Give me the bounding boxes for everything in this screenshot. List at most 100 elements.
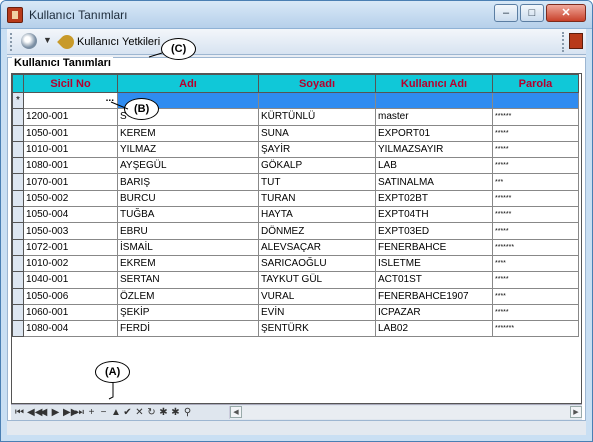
table-cell[interactable]: VURAL — [258, 287, 376, 305]
table-cell[interactable]: ******* — [492, 238, 579, 256]
row-indicator[interactable] — [12, 320, 24, 338]
row-indicator[interactable] — [12, 124, 24, 142]
scroll-right-icon[interactable]: ▶ — [570, 406, 582, 418]
table-cell[interactable]: 1050-001 — [23, 124, 118, 142]
table-cell[interactable]: 1070-001 — [23, 173, 118, 191]
table-cell[interactable]: SARICAOĞLU — [258, 254, 376, 273]
table-row[interactable]: 1050-002 BURCU TURAN EXPT02BT ****** — [12, 189, 579, 208]
table-cell[interactable]: ***** — [492, 271, 579, 289]
table-cell[interactable]: 1050-002 — [23, 189, 118, 208]
navigator-button[interactable]: ▶▶ — [63, 407, 78, 418]
new-record-row[interactable]: * ... — [12, 91, 579, 110]
row-indicator[interactable] — [12, 189, 24, 208]
table-cell[interactable]: EVİN — [258, 303, 376, 322]
table-cell[interactable]: 1080-001 — [23, 157, 118, 175]
table-cell[interactable]: 1060-001 — [23, 303, 118, 322]
table-row[interactable]: 1050-004 TUĞBA HAYTA EXPT04TH ****** — [12, 206, 579, 224]
table-row[interactable]: 1070-001 BARIŞ TUT SATINALMA *** — [12, 173, 579, 191]
table-cell[interactable]: ŞENTÜRK — [258, 320, 376, 338]
table-cell[interactable]: 1200-001 — [23, 108, 118, 126]
table-row[interactable]: 1040-001 SERTAN TAYKUT GÜL ACT01ST ***** — [12, 271, 579, 289]
navigator-button[interactable]: ▶ — [51, 407, 60, 418]
table-cell[interactable]: FERDİ — [117, 320, 259, 338]
table-cell[interactable]: ACT01ST — [375, 271, 493, 289]
table-cell[interactable]: ***** — [492, 303, 579, 322]
table-cell[interactable]: master — [375, 108, 493, 126]
horizontal-scrollbar[interactable]: ◀ ▶ — [229, 406, 582, 419]
navigator-button[interactable]: ⚲ — [183, 407, 192, 418]
table-cell[interactable]: ****** — [492, 108, 579, 126]
scroll-left-icon[interactable]: ◀ — [230, 406, 242, 418]
row-indicator[interactable] — [12, 238, 24, 256]
table-cell[interactable]: ***** — [492, 222, 579, 240]
table-row[interactable]: 1050-006 ÖZLEM VURAL FENERBAHCE1907 **** — [12, 287, 579, 305]
table-cell[interactable]: TUT — [258, 173, 376, 191]
table-cell[interactable]: 1050-003 — [23, 222, 118, 240]
table-cell[interactable]: 1050-006 — [23, 287, 118, 305]
table-cell[interactable]: **** — [492, 287, 579, 305]
table-cell[interactable]: YILMAZSAYIR — [375, 140, 493, 159]
users-grid[interactable]: Sicil No Adı Soyadı Kullanıcı Adı Parola… — [11, 73, 582, 404]
row-indicator[interactable] — [12, 287, 24, 305]
table-row[interactable]: 1010-002 EKREM SARICAOĞLU ISLETME **** — [12, 254, 579, 273]
table-cell[interactable]: 1080-004 — [23, 320, 118, 338]
table-cell[interactable]: KÜRTÜNLÜ — [258, 108, 376, 126]
table-cell[interactable]: EXPT02BT — [375, 189, 493, 208]
table-cell[interactable]: TUĞBA — [117, 206, 259, 224]
table-cell[interactable]: TURAN — [258, 189, 376, 208]
table-cell[interactable]: **** — [492, 254, 579, 273]
column-header[interactable]: Sicil No — [23, 74, 118, 93]
table-cell[interactable]: ICPAZAR — [375, 303, 493, 322]
lookup-ellipsis-button[interactable]: ... — [106, 94, 114, 104]
row-indicator[interactable] — [12, 173, 24, 191]
table-cell[interactable]: HAYTA — [258, 206, 376, 224]
table-cell[interactable]: ****** — [492, 206, 579, 224]
table-row[interactable]: 1080-001 AYŞEGÜL GÖKALP LAB ***** — [12, 157, 579, 175]
row-indicator[interactable] — [12, 206, 24, 224]
table-cell[interactable]: AYŞEGÜL — [117, 157, 259, 175]
table-cell[interactable]: *** — [492, 173, 579, 191]
table-cell[interactable]: SUNA — [258, 124, 376, 142]
sicil-no-editor[interactable]: ... — [23, 91, 118, 110]
row-indicator[interactable] — [12, 271, 24, 289]
chevron-down-icon[interactable]: ▼ — [43, 35, 52, 45]
table-cell[interactable]: 1010-001 — [23, 140, 118, 159]
table-row[interactable]: 1072-001 İSMAİL ALEVSAÇAR FENERBAHCE ******* — [12, 238, 579, 256]
navigator-button[interactable]: ◀ — [39, 407, 48, 418]
navigator-button[interactable]: ▲ — [111, 407, 121, 418]
exit-button[interactable] — [562, 32, 583, 52]
navigator-button[interactable]: + — [87, 407, 96, 418]
table-cell[interactable]: LAB02 — [375, 320, 493, 338]
table-cell[interactable]: ***** — [492, 124, 579, 142]
table-row[interactable]: 1080-004 FERDİ ŞENTÜRK LAB02 ******* — [12, 320, 579, 338]
table-cell[interactable]: GÖKALP — [258, 157, 376, 175]
navigator-button[interactable]: ⏭ — [75, 407, 84, 418]
table-cell[interactable]: ŞEKİP — [117, 303, 259, 322]
minimize-button[interactable]: – — [494, 4, 518, 22]
column-header[interactable]: Kullanıcı Adı — [375, 74, 493, 93]
user-permissions-button[interactable]: Kullanıcı Yetkileri — [57, 32, 163, 52]
table-cell[interactable]: 1072-001 — [23, 238, 118, 256]
toolbar-grip[interactable] — [10, 33, 13, 51]
row-indicator[interactable] — [12, 303, 24, 322]
row-indicator[interactable] — [12, 157, 24, 175]
navigator-button[interactable]: − — [99, 407, 108, 418]
navigator-button[interactable]: ✱ — [171, 407, 180, 418]
table-cell[interactable]: ***** — [492, 140, 579, 159]
table-cell[interactable]: EXPORT01 — [375, 124, 493, 142]
close-button[interactable]: ✕ — [546, 4, 586, 22]
title-bar[interactable]: Kullanıcı Tanımları – □ ✕ — [1, 1, 592, 29]
table-cell[interactable]: EXPT03ED — [375, 222, 493, 240]
table-cell[interactable]: KEREM — [117, 124, 259, 142]
table-cell[interactable] — [375, 91, 493, 110]
table-row[interactable]: 1050-003 EBRU DÖNMEZ EXPT03ED ***** — [12, 222, 579, 240]
row-indicator[interactable] — [12, 108, 24, 126]
maximize-button[interactable]: □ — [520, 4, 544, 22]
table-cell[interactable]: ALEVSAÇAR — [258, 238, 376, 256]
table-cell[interactable] — [258, 91, 376, 110]
table-cell[interactable]: SERTAN — [117, 271, 259, 289]
table-cell[interactable]: BURCU — [117, 189, 259, 208]
table-cell[interactable] — [492, 91, 579, 110]
table-cell[interactable]: DÖNMEZ — [258, 222, 376, 240]
table-cell[interactable]: FENERBAHCE — [375, 238, 493, 256]
